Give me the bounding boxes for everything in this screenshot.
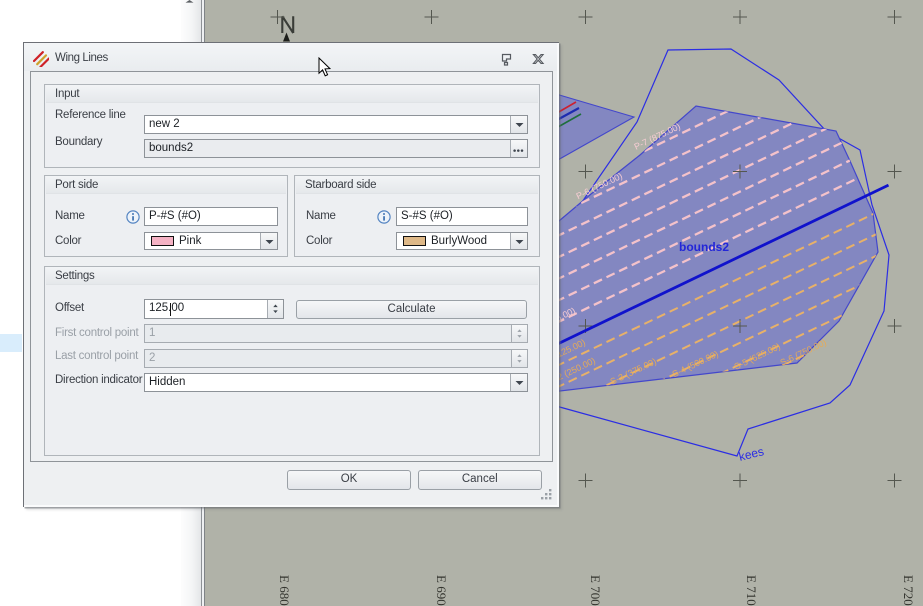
svg-text:E 720 000: E 720 000 [901,575,916,606]
svg-text:bounds2: bounds2 [679,240,729,254]
svg-text:E 710 000: E 710 000 [744,575,759,606]
svg-text:E 690 000: E 690 000 [434,575,449,606]
svg-text:E 700 000: E 700 000 [588,575,603,606]
svg-text:E 680 000: E 680 000 [277,575,292,606]
